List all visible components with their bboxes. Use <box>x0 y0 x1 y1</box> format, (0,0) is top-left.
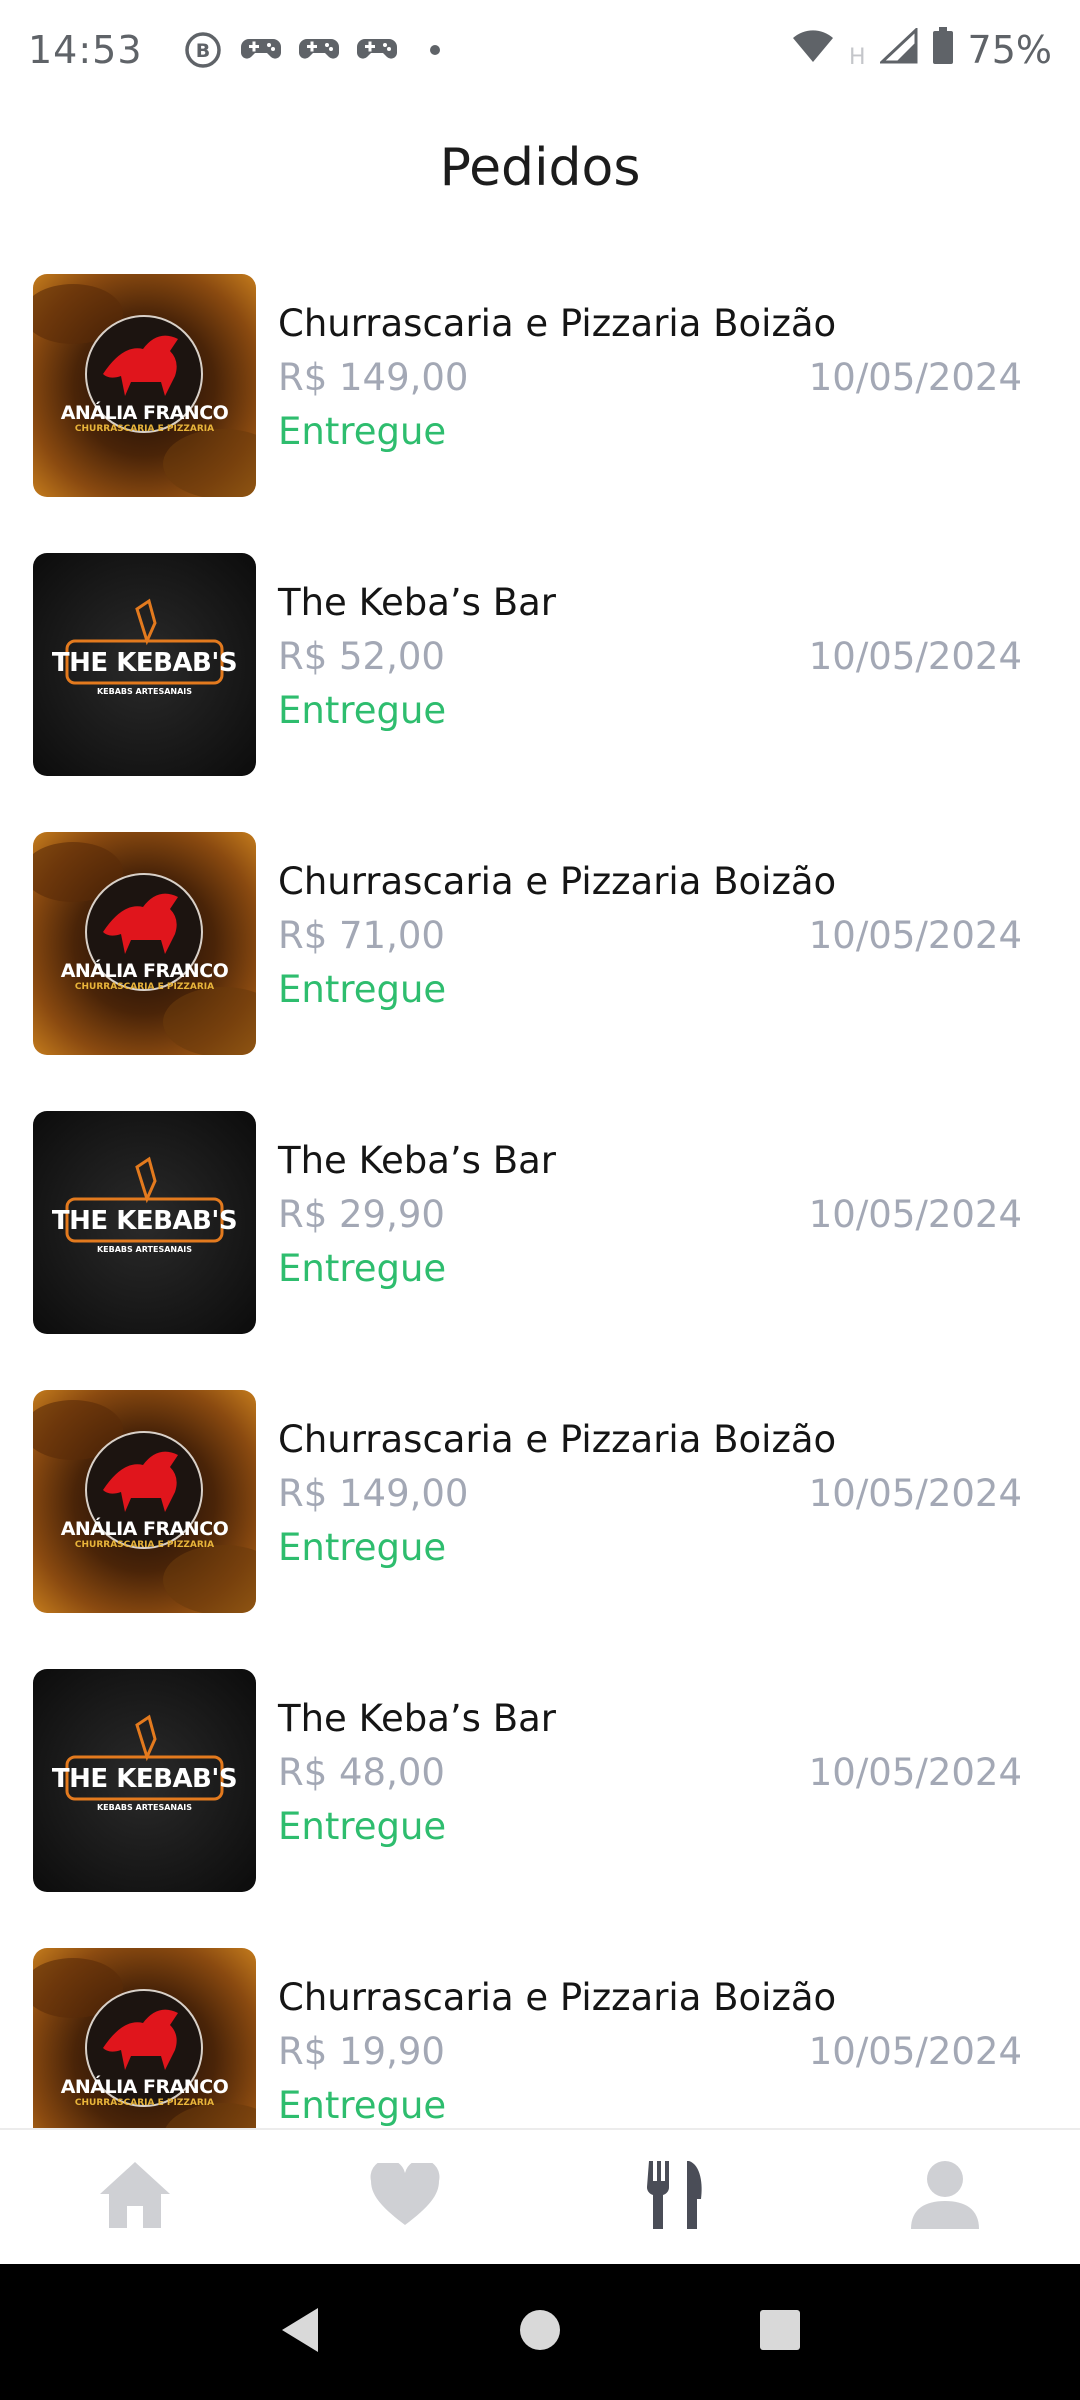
order-status: Entregue <box>278 968 447 1011</box>
order-info: The Keba’s Bar R$ 48,00 10/05/2024 Entre… <box>278 1697 1022 1877</box>
restaurant-name: Churrascaria e Pizzaria Boizão <box>278 1418 837 1461</box>
order-info: Churrascaria e Pizzaria Boizão R$ 149,00… <box>278 302 1022 482</box>
logo-title: ANÁLIA FRANCO <box>60 1518 229 1540</box>
home-circle-icon <box>518 2308 562 2356</box>
gamepad-icon <box>298 30 339 70</box>
restaurant-logo: THE KEBAB'S KEBABS ARTESANAIS <box>33 1111 256 1334</box>
logo-title: ANÁLIA FRANCO <box>60 960 229 982</box>
order-status: Entregue <box>278 2084 447 2127</box>
home-system-button[interactable] <box>500 2292 580 2372</box>
status-time: 14:53 <box>28 28 143 72</box>
order-status: Entregue <box>278 1247 447 1290</box>
logo-title: THE KEBAB'S <box>51 1764 238 1794</box>
order-item[interactable]: ANÁLIA FRANCO CHURRASCARIA E PIZZARIA Ch… <box>0 1368 1080 1647</box>
nav-profile[interactable] <box>885 2137 1005 2257</box>
logo-title: THE KEBAB'S <box>51 1206 238 1236</box>
restaurant-name: Churrascaria e Pizzaria Boizão <box>278 860 837 903</box>
logo-subtitle: CHURRASCARIA E PIZZARIA <box>74 1540 215 1550</box>
restaurant-name: The Keba’s Bar <box>278 1139 556 1182</box>
order-item[interactable]: THE KEBAB'S KEBABS ARTESANAIS The Keba’s… <box>0 531 1080 810</box>
order-status: Entregue <box>278 410 447 453</box>
network-type: H <box>848 44 866 70</box>
status-bar: 14:53 B H 75% <box>0 0 1080 100</box>
logo-subtitle: KEBABS ARTESANAIS <box>96 1245 193 1254</box>
restaurant-name: Churrascaria e Pizzaria Boizão <box>278 302 837 345</box>
logo-subtitle: CHURRASCARIA E PIZZARIA <box>74 2098 215 2108</box>
order-info: Churrascaria e Pizzaria Boizão R$ 71,00 … <box>278 860 1022 1040</box>
back-triangle-icon <box>278 2306 322 2358</box>
restaurant-name: The Keba’s Bar <box>278 1697 556 1740</box>
order-price: R$ 52,00 <box>278 635 445 678</box>
gamepad-icon <box>356 30 397 70</box>
order-info: Churrascaria e Pizzaria Boizão R$ 149,00… <box>278 1418 1022 1598</box>
recents-button[interactable] <box>740 2292 820 2372</box>
logo-subtitle: CHURRASCARIA E PIZZARIA <box>74 424 215 434</box>
order-price: R$ 19,90 <box>278 2030 445 2073</box>
order-date: 10/05/2024 <box>808 635 1022 678</box>
order-price: R$ 29,90 <box>278 1193 445 1236</box>
back-button[interactable] <box>260 2292 340 2372</box>
user-icon <box>909 2159 981 2235</box>
order-item[interactable]: ANÁLIA FRANCO CHURRASCARIA E PIZZARIA Ch… <box>0 252 1080 531</box>
gamepad-icon <box>240 30 281 70</box>
notification-icons: B <box>183 30 455 70</box>
order-info: Churrascaria e Pizzaria Boizão R$ 19,90 … <box>278 1976 1022 2128</box>
order-status: Entregue <box>278 1526 447 1569</box>
battery-icon <box>932 26 954 74</box>
order-info: The Keba’s Bar R$ 52,00 10/05/2024 Entre… <box>278 581 1022 761</box>
order-item[interactable]: THE KEBAB'S KEBABS ARTESANAIS The Keba’s… <box>0 1089 1080 1368</box>
cell-signal-icon <box>877 26 918 73</box>
logo-title: ANÁLIA FRANCO <box>60 2076 229 2098</box>
nav-home[interactable] <box>75 2137 195 2257</box>
order-price: R$ 48,00 <box>278 1751 445 1794</box>
home-icon <box>98 2160 172 2234</box>
fork-knife-icon <box>645 2159 705 2235</box>
restaurant-logo: ANÁLIA FRANCO CHURRASCARIA E PIZZARIA <box>33 1390 256 1613</box>
restaurant-logo: ANÁLIA FRANCO CHURRASCARIA E PIZZARIA <box>33 832 256 1055</box>
svg-text:B: B <box>195 40 209 62</box>
logo-title: THE KEBAB'S <box>51 648 238 678</box>
restaurant-logo: THE KEBAB'S KEBABS ARTESANAIS <box>33 553 256 776</box>
wifi-icon <box>791 28 835 73</box>
order-item[interactable]: THE KEBAB'S KEBABS ARTESANAIS The Keba’s… <box>0 1647 1080 1926</box>
page-title: Pedidos <box>439 138 641 198</box>
battery-percent: 75% <box>967 28 1052 72</box>
restaurant-logo: ANÁLIA FRANCO CHURRASCARIA E PIZZARIA <box>33 1948 256 2128</box>
logo-title: ANÁLIA FRANCO <box>60 402 229 424</box>
recents-square-icon <box>758 2308 802 2356</box>
nav-orders[interactable] <box>615 2137 735 2257</box>
order-price: R$ 149,00 <box>278 356 469 399</box>
order-date: 10/05/2024 <box>808 2030 1022 2073</box>
restaurant-logo: ANÁLIA FRANCO CHURRASCARIA E PIZZARIA <box>33 274 256 497</box>
order-date: 10/05/2024 <box>808 914 1022 957</box>
order-price: R$ 149,00 <box>278 1472 469 1515</box>
restaurant-name: The Keba’s Bar <box>278 581 556 624</box>
order-info: The Keba’s Bar R$ 29,90 10/05/2024 Entre… <box>278 1139 1022 1319</box>
bottom-nav <box>0 2128 1080 2264</box>
order-status: Entregue <box>278 689 447 732</box>
orders-list[interactable]: ANÁLIA FRANCO CHURRASCARIA E PIZZARIA Ch… <box>0 252 1080 2128</box>
system-nav-bar <box>0 2264 1080 2400</box>
order-item[interactable]: ANÁLIA FRANCO CHURRASCARIA E PIZZARIA Ch… <box>0 1926 1080 2128</box>
nav-favorites[interactable] <box>345 2137 465 2257</box>
order-date: 10/05/2024 <box>808 1751 1022 1794</box>
order-status: Entregue <box>278 1805 447 1848</box>
logo-subtitle: CHURRASCARIA E PIZZARIA <box>74 982 215 992</box>
order-date: 10/05/2024 <box>808 1193 1022 1236</box>
logo-subtitle: KEBABS ARTESANAIS <box>96 1803 193 1812</box>
order-item[interactable]: ANÁLIA FRANCO CHURRASCARIA E PIZZARIA Ch… <box>0 810 1080 1089</box>
order-price: R$ 71,00 <box>278 914 445 957</box>
restaurant-logo: THE KEBAB'S KEBABS ARTESANAIS <box>33 1669 256 1892</box>
restaurant-name: Churrascaria e Pizzaria Boizão <box>278 1976 837 2019</box>
heart-icon <box>369 2159 441 2231</box>
b-circle-icon: B <box>183 30 223 70</box>
order-date: 10/05/2024 <box>808 356 1022 399</box>
dot-icon <box>415 30 455 70</box>
logo-subtitle: KEBABS ARTESANAIS <box>96 687 193 696</box>
order-date: 10/05/2024 <box>808 1472 1022 1515</box>
